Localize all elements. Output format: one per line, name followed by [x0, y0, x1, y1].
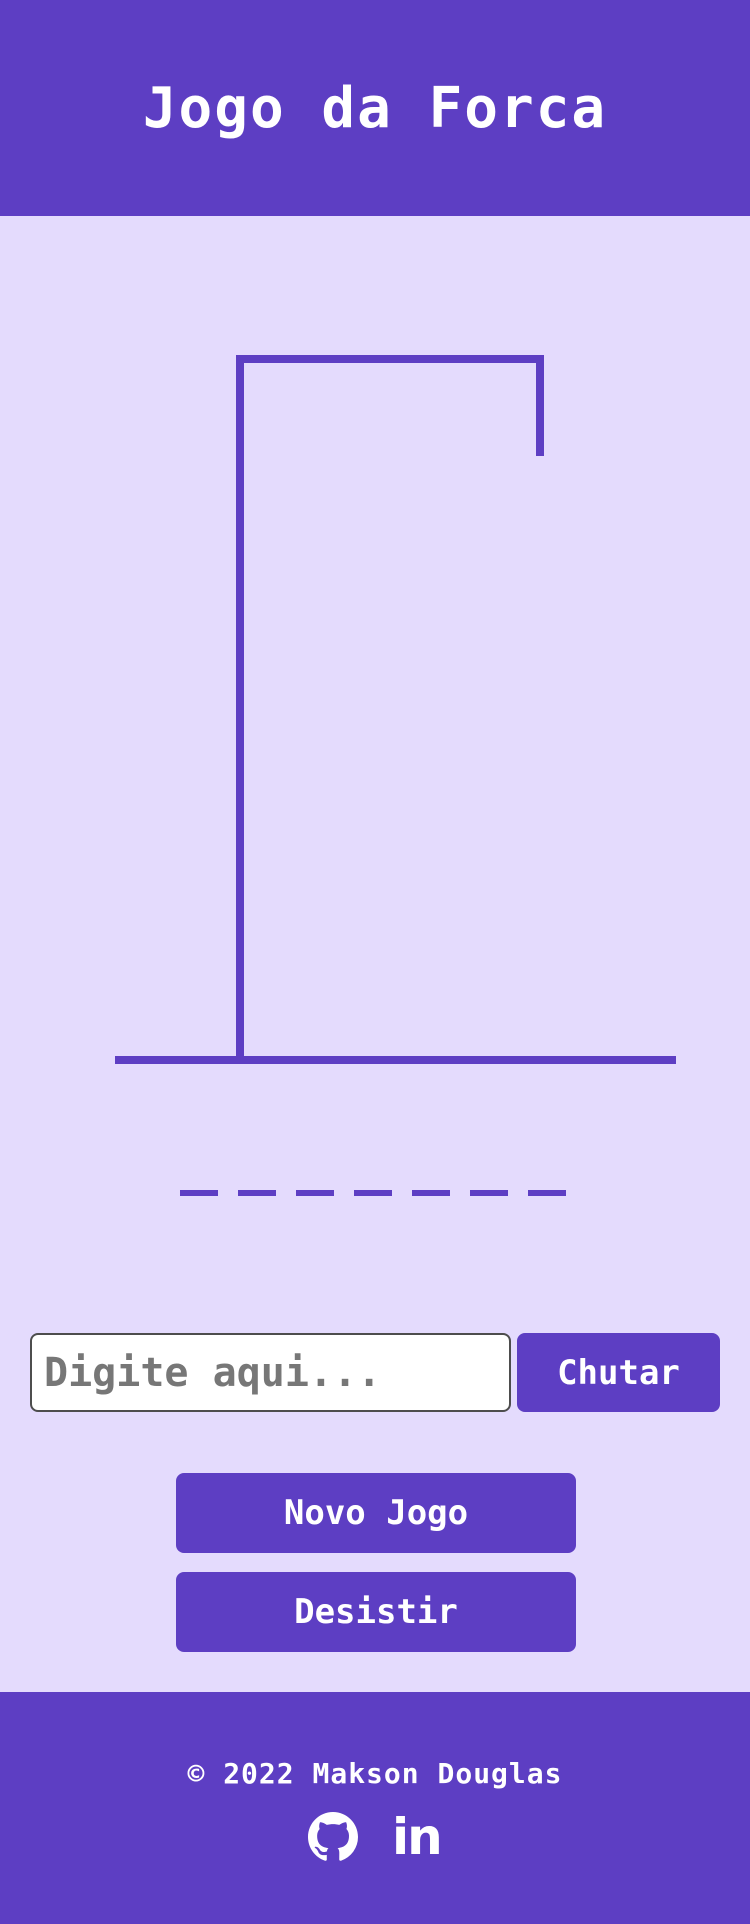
letter-slot	[412, 1190, 450, 1196]
word-slots	[180, 1190, 566, 1196]
copyright-text: © 2022 Makson Douglas	[187, 1757, 563, 1790]
social-links: in	[0, 1812, 750, 1862]
github-icon	[308, 1812, 358, 1861]
letter-slot	[238, 1190, 276, 1196]
guess-form: Chutar	[30, 1333, 720, 1412]
guess-button[interactable]: Chutar	[517, 1333, 720, 1412]
footer: © 2022 Makson Douglas in	[0, 1692, 750, 1924]
letter-slot	[180, 1190, 218, 1196]
letter-slot	[296, 1190, 334, 1196]
linkedin-link[interactable]: in	[392, 1812, 443, 1862]
new-game-button[interactable]: Novo Jogo	[176, 1473, 576, 1553]
linkedin-icon: in	[392, 1808, 443, 1866]
letter-slot	[470, 1190, 508, 1196]
github-link[interactable]	[308, 1812, 358, 1862]
give-up-button[interactable]: Desistir	[176, 1572, 576, 1652]
gallows-drawing	[115, 355, 676, 1064]
header: Jogo da Forca	[0, 0, 750, 216]
letter-slot	[528, 1190, 566, 1196]
letter-slot	[354, 1190, 392, 1196]
page-title: Jogo da Forca	[142, 75, 608, 141]
guess-input[interactable]	[30, 1333, 511, 1412]
page: Jogo da Forca Chutar Novo Jogo Desistir …	[0, 0, 750, 1924]
